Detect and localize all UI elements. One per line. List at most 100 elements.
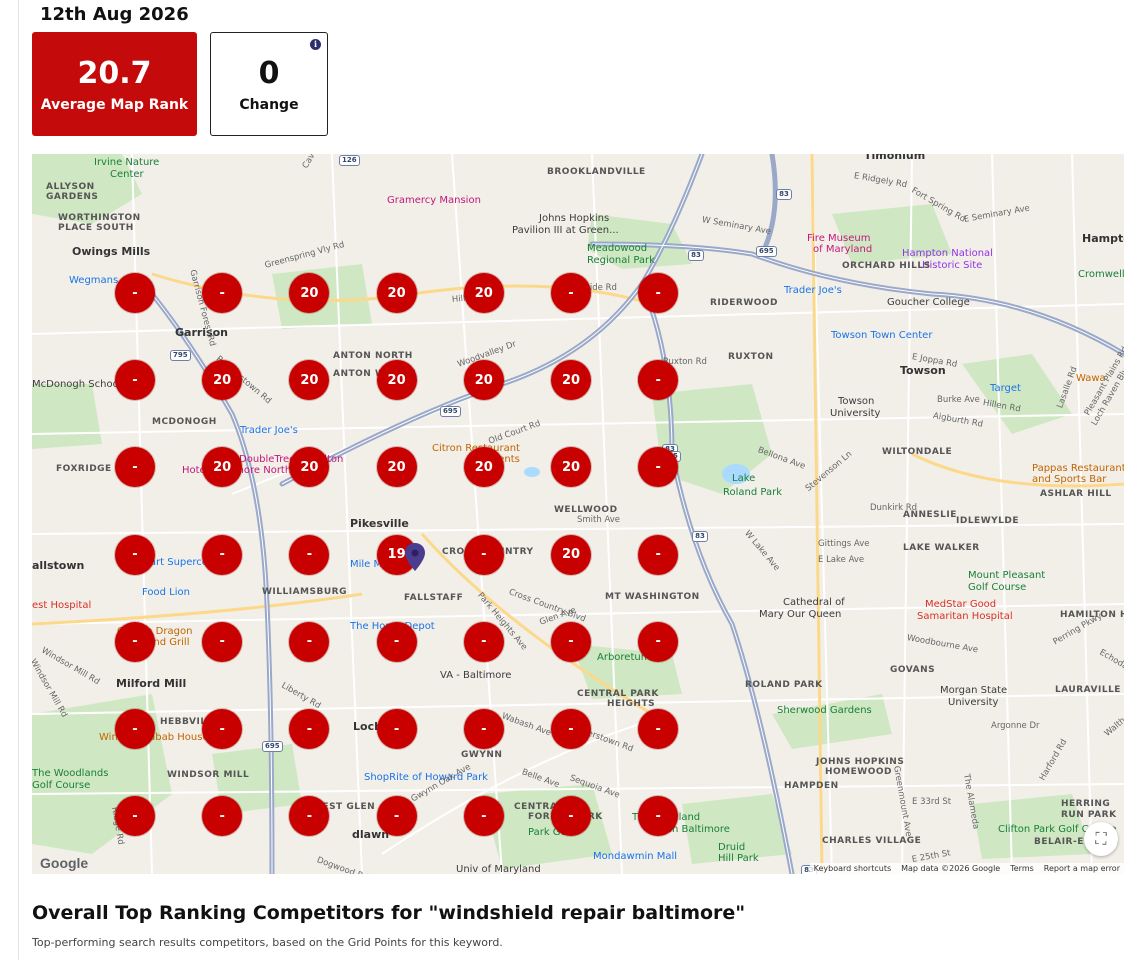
grid-point[interactable]: - xyxy=(551,621,591,662)
highway-shield-icon: 83 xyxy=(688,250,704,261)
info-icon[interactable]: i xyxy=(310,39,321,50)
grid-point[interactable]: 20 xyxy=(376,447,417,488)
map-place-label: est Hospital xyxy=(32,600,92,611)
grid-point[interactable]: - xyxy=(376,709,417,749)
change-card: i 0 Change xyxy=(210,32,328,136)
grid-point[interactable]: - xyxy=(115,360,155,401)
highway-shield-icon: 126 xyxy=(339,155,360,166)
map-place-label: PLACE SOUTH xyxy=(58,223,134,233)
highway-shield-icon: 83 xyxy=(776,189,792,200)
highway-shield-icon: 795 xyxy=(170,350,191,361)
map-place-label: MT WASHINGTON xyxy=(605,592,700,602)
grid-point[interactable]: - xyxy=(638,273,679,313)
map-place-label: Target xyxy=(990,383,1021,394)
grid-point[interactable]: - xyxy=(115,273,155,313)
grid-point[interactable]: - xyxy=(202,621,243,662)
grid-point[interactable]: - xyxy=(202,273,243,313)
map-place-label: University xyxy=(948,697,999,708)
map-place-label: Mary Our Queen xyxy=(759,609,842,620)
average-map-rank-label: Average Map Rank xyxy=(40,97,189,113)
keyboard-shortcuts-link[interactable]: Keyboard shortcuts xyxy=(814,864,891,873)
map-place-label: Goucher College xyxy=(887,297,970,308)
map-place-label: Morgan State xyxy=(940,685,1008,696)
map-road-label: Burke Ave xyxy=(937,395,980,405)
grid-point[interactable]: - xyxy=(202,709,243,749)
grid-point[interactable]: - xyxy=(463,709,504,749)
grid-point[interactable]: 20 xyxy=(376,273,417,313)
map-place-label: ORCHARD HILLS xyxy=(842,261,931,271)
location-pin-icon[interactable] xyxy=(405,543,425,571)
map-place-label: HAMPDEN xyxy=(784,781,839,791)
map-place-label: Owings Mills xyxy=(72,245,151,258)
map-place-label: WILLIAMSBURG xyxy=(262,587,347,597)
highway-shield-icon: 695 xyxy=(440,406,461,417)
grid-point[interactable]: 20 xyxy=(463,360,504,401)
map-place-label: Center xyxy=(110,169,144,180)
map-place-label: Regional Park xyxy=(587,255,655,266)
grid-point[interactable]: - xyxy=(202,534,243,575)
map-road-label: Gittings Ave xyxy=(818,539,870,549)
map-place-label: Sherwood Gardens xyxy=(777,705,872,716)
grid-point[interactable]: - xyxy=(115,709,155,749)
grid-point[interactable]: - xyxy=(638,534,679,575)
average-map-rank-card: 20.7 Average Map Rank xyxy=(32,32,197,136)
grid-point[interactable]: - xyxy=(463,621,504,662)
competitors-title: Overall Top Ranking Competitors for "win… xyxy=(32,902,746,924)
grid-point[interactable]: - xyxy=(115,534,155,575)
highway-shield-icon: 83 xyxy=(692,531,708,542)
grid-point[interactable]: - xyxy=(638,621,679,662)
map-place-label: Milford Mill xyxy=(116,677,187,690)
map-place-label: MedStar Good xyxy=(925,599,997,610)
grid-point[interactable]: - xyxy=(289,621,330,662)
map-road-label: Smith Ave xyxy=(577,515,621,525)
map-place-label: WILTONDALE xyxy=(882,447,953,457)
grid-point[interactable]: - xyxy=(289,534,330,575)
grid-point[interactable]: - xyxy=(376,796,417,837)
grid-point[interactable]: 20 xyxy=(551,360,591,401)
map-place-label: Towson xyxy=(838,396,875,407)
map-place-label: GARDENS xyxy=(46,192,99,202)
map-place-label: Gramercy Mansion xyxy=(387,195,481,206)
map-place-label: Towson Town Center xyxy=(831,330,933,341)
map-place-label: Johns Hopkins xyxy=(539,213,610,224)
map-place-label: RIDERWOOD xyxy=(710,298,779,308)
grid-point[interactable]: 20 xyxy=(376,360,417,401)
map-place-label: Hampton National xyxy=(902,248,993,259)
map-place-label: IDLEWYLDE xyxy=(956,516,1019,526)
grid-point[interactable]: - xyxy=(551,273,591,313)
map-place-label: Samaritan Hospital xyxy=(917,611,1013,622)
map-place-label: allstown xyxy=(32,559,85,572)
terms-link[interactable]: Terms xyxy=(1010,864,1034,873)
map-place-label: Hill Park xyxy=(718,853,759,864)
grid-point[interactable]: 20 xyxy=(463,447,504,488)
grid-point[interactable]: 20 xyxy=(551,534,591,575)
map-place-label: McDonogh School xyxy=(32,379,122,390)
fullscreen-icon[interactable]: ⛶ xyxy=(1084,822,1118,856)
report-map-error-link[interactable]: Report a map error xyxy=(1044,864,1120,873)
grid-point[interactable]: - xyxy=(551,796,591,837)
grid-point[interactable]: - xyxy=(463,796,504,837)
map-place-label: and Sports Bar xyxy=(1032,474,1107,485)
grid-point[interactable]: - xyxy=(551,709,591,749)
map-place-label: LAURAVILLE xyxy=(1055,685,1121,695)
grid-point[interactable]: - xyxy=(638,709,679,749)
grid-point[interactable]: - xyxy=(463,534,504,575)
map-place-label: BROOKLANDVILLE xyxy=(547,167,646,177)
report-date: 12th Aug 2026 xyxy=(40,4,189,25)
map-place-label: GOVANS xyxy=(890,665,936,675)
map-place-label: WINDSOR MILL xyxy=(167,770,250,780)
map-data-credit: Map data ©2026 Google xyxy=(901,864,1001,873)
grid-point[interactable]: - xyxy=(115,796,155,837)
grid-point[interactable]: - xyxy=(376,621,417,662)
grid-point[interactable]: - xyxy=(115,621,155,662)
grid-point[interactable]: 20 xyxy=(463,273,504,313)
map-place-label: Meadowood xyxy=(587,243,648,254)
map-place-label: FOXRIDGE xyxy=(56,464,112,474)
map-place-label: MCDONOGH xyxy=(152,417,217,427)
map-place-label: RUN PARK xyxy=(1061,810,1117,820)
rank-grid-map[interactable]: Irvine Nature Center ALLYSON GARDENS WORTHIN… xyxy=(32,154,1124,874)
map-place-label: Pikesville xyxy=(350,517,409,530)
map-place-label: LAKE WALKER xyxy=(903,543,980,553)
map-place-label: Cromwell xyxy=(1078,269,1124,280)
map-place-label: Historic Site xyxy=(922,260,983,271)
